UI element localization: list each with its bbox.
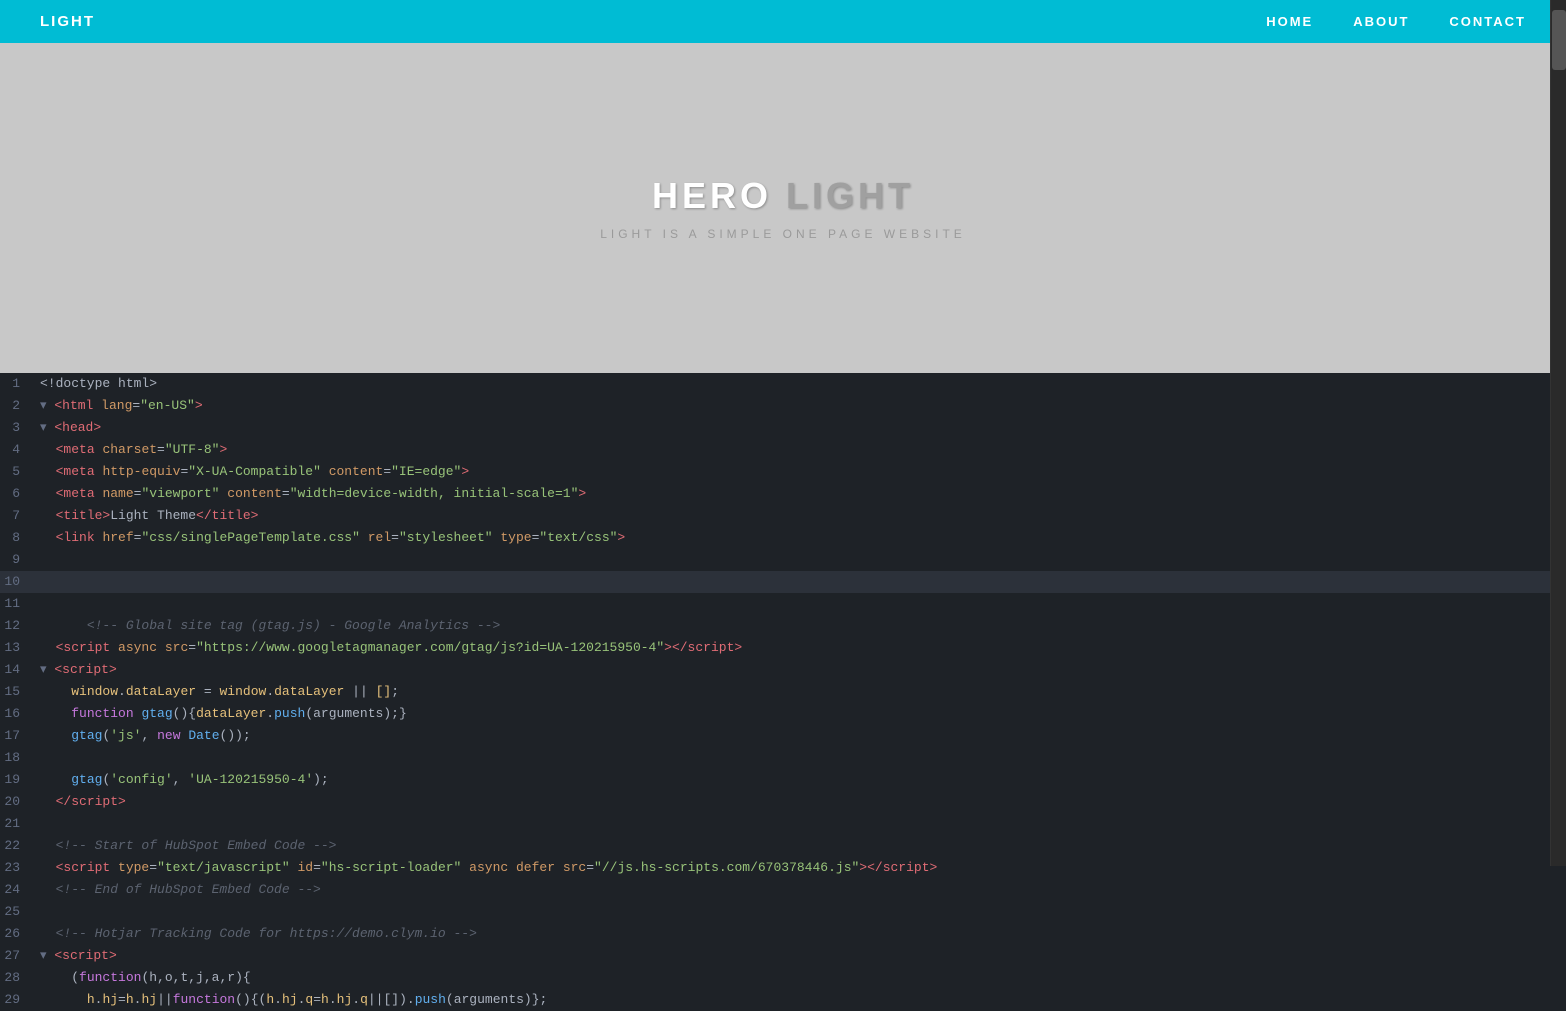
code-line: 20 </script> [0,791,1566,813]
code-line: 6 <meta name="viewport" content="width=d… [0,483,1566,505]
hero-section: HERO LIGHT LIGHT IS A SIMPLE ONE PAGE WE… [0,43,1566,373]
code-line: 3 ▾ <head> [0,417,1566,439]
code-line: 2 ▾ <html lang="en-US"> [0,395,1566,417]
code-line: 15 window.dataLayer = window.dataLayer |… [0,681,1566,703]
code-line: 26 <!-- Hotjar Tracking Code for https:/… [0,923,1566,945]
code-line: 8 <link href="css/singlePageTemplate.css… [0,527,1566,549]
code-line: 5 <meta http-equiv="X-UA-Compatible" con… [0,461,1566,483]
code-line: 24 <!-- End of HubSpot Embed Code --> [0,879,1566,901]
code-line: 11 [0,593,1566,615]
code-line: 25 [0,901,1566,923]
code-line: 27 ▾ <script> [0,945,1566,967]
code-line: 13 <script async src="https://www.google… [0,637,1566,659]
code-line: 19 gtag('config', 'UA-120215950-4'); [0,769,1566,791]
nav-links: HOME ABOUT CONTACT [1266,14,1526,29]
code-line: 14 ▾ <script> [0,659,1566,681]
code-line: 12 <!-- Global site tag (gtag.js) - Goog… [0,615,1566,637]
navbar: LIGHT HOME ABOUT CONTACT [0,0,1566,43]
hero-title-part2: LIGHT [786,175,914,216]
scrollbar-thumb[interactable] [1552,10,1566,70]
code-line: 9 [0,549,1566,571]
code-line: 29 h.hj=h.hj||function(){(h.hj.q=h.hj.q|… [0,989,1566,1011]
code-editor: 1 <!doctype html> 2 ▾ <html lang="en-US"… [0,373,1566,1011]
nav-logo: LIGHT [40,13,95,30]
code-line: 18 [0,747,1566,769]
hero-subtitle: LIGHT IS A SIMPLE ONE PAGE WEBSITE [600,227,966,241]
page-wrapper: LIGHT HOME ABOUT CONTACT HERO LIGHT LIGH… [0,0,1566,1011]
code-line: 16 function gtag(){dataLayer.push(argume… [0,703,1566,725]
nav-home[interactable]: HOME [1266,14,1313,29]
scrollbar[interactable] [1550,0,1566,866]
code-line: 23 <script type="text/javascript" id="hs… [0,857,1566,879]
nav-about[interactable]: ABOUT [1353,14,1409,29]
code-line: 22 <!-- Start of HubSpot Embed Code --> [0,835,1566,857]
hero-title: HERO LIGHT [652,175,914,217]
code-line: 21 [0,813,1566,835]
code-line: 1 <!doctype html> [0,373,1566,395]
code-line: 17 gtag('js', new Date()); [0,725,1566,747]
code-line-highlighted: 10 [0,571,1566,593]
code-line: 7 <title>Light Theme</title> [0,505,1566,527]
nav-contact[interactable]: CONTACT [1449,14,1526,29]
hero-title-part1: HERO [652,175,772,216]
code-line: 28 (function(h,o,t,j,a,r){ [0,967,1566,989]
code-line: 4 <meta charset="UTF-8"> [0,439,1566,461]
